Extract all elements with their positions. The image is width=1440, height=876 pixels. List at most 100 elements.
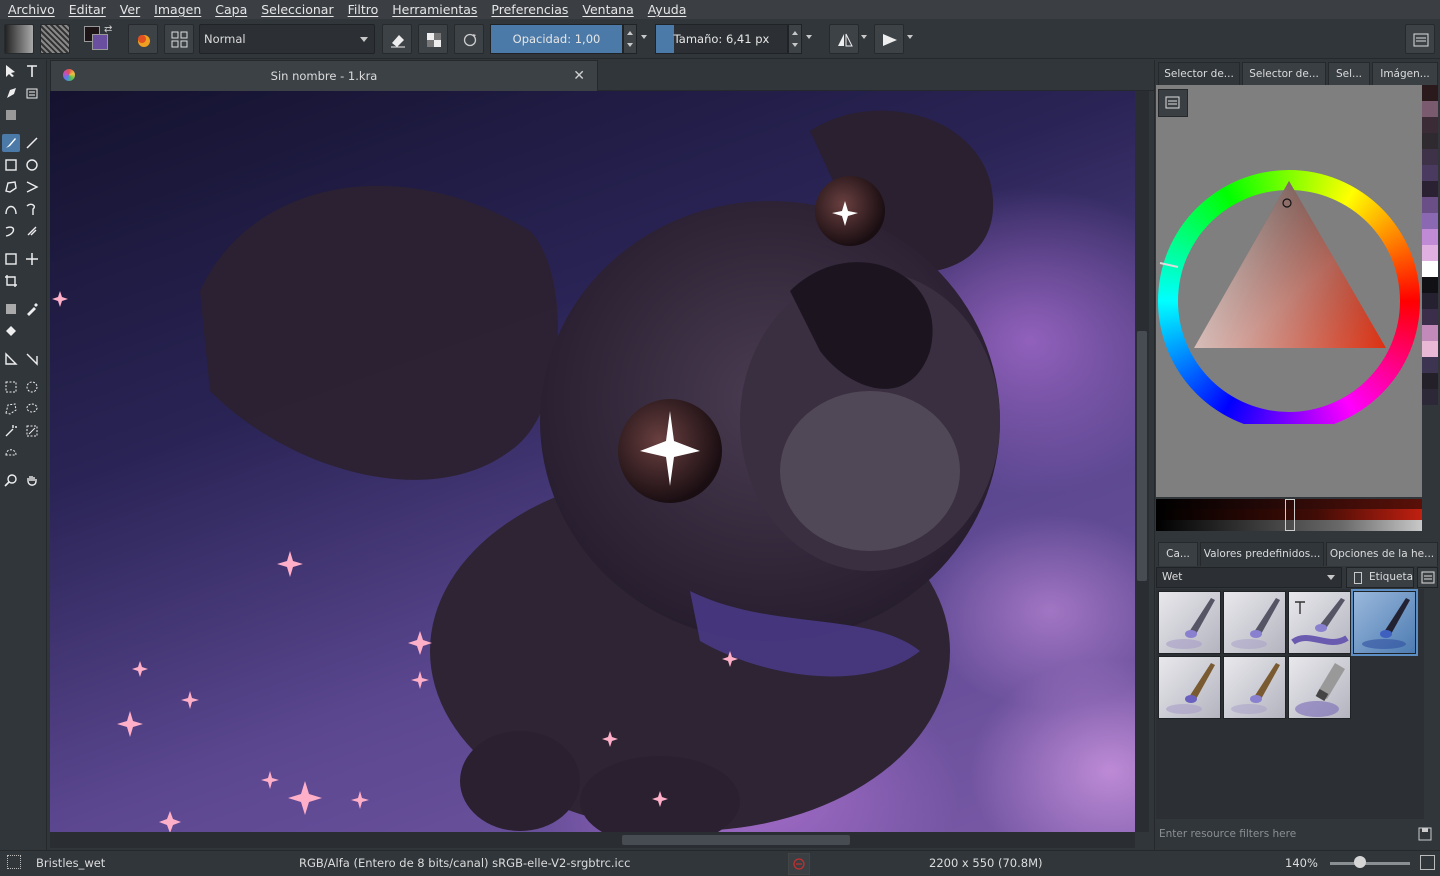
zoom-slider-handle[interactable] — [1354, 856, 1366, 868]
measure-tool[interactable] — [2, 350, 20, 368]
tab-images[interactable]: Imágen... — [1372, 62, 1438, 86]
fit-to-view-icon[interactable] — [1420, 855, 1435, 870]
size-spinner[interactable] — [788, 24, 802, 54]
menu-item-archivo[interactable]: Archivo — [0, 0, 62, 19]
palette-swatch[interactable] — [1422, 373, 1438, 389]
palette-swatch[interactable] — [1422, 197, 1438, 213]
rectangular-selection-tool[interactable] — [2, 378, 20, 396]
horizontal-scroll-thumb[interactable] — [622, 835, 850, 845]
brush-editor-button[interactable] — [164, 24, 194, 54]
palette-swatch[interactable] — [1422, 213, 1438, 229]
pan-tool[interactable] — [23, 472, 41, 490]
preserve-alpha-button[interactable] — [418, 24, 448, 54]
color-selector[interactable] — [1156, 85, 1422, 497]
bezier-tool[interactable] — [2, 200, 20, 218]
brush-preset-item[interactable] — [1223, 656, 1286, 719]
polygon-tool[interactable] — [2, 178, 20, 196]
palette-swatch[interactable] — [1422, 341, 1438, 357]
gradient-selector-button[interactable] — [4, 24, 34, 54]
isolation-mode-button[interactable] — [788, 853, 810, 875]
select-shapes-tool[interactable] — [2, 62, 20, 80]
mirror-vertical-dropdown-icon[interactable] — [907, 35, 913, 39]
freehand-brush-tool[interactable] — [2, 134, 20, 152]
opacity-slider[interactable]: Opacidad: 1,00 — [490, 24, 623, 54]
color-wheel[interactable] — [1156, 85, 1422, 497]
vertical-scrollbar[interactable] — [1135, 91, 1149, 832]
palette-swatch[interactable] — [1422, 229, 1438, 245]
size-slider[interactable]: Tamaño: 6,41 px — [655, 24, 788, 54]
move-tool[interactable] — [23, 250, 41, 268]
mirror-horizontal-dropdown-icon[interactable] — [861, 35, 867, 39]
brush-preset-item-selected[interactable] — [1351, 589, 1418, 656]
menu-item-seleccionar[interactable]: Seleccionar — [254, 0, 340, 19]
eraser-mode-button[interactable] — [382, 24, 412, 54]
color-history-palette[interactable] — [1422, 85, 1438, 405]
palette-swatch[interactable] — [1422, 277, 1438, 293]
menu-item-ayuda[interactable]: Ayuda — [641, 0, 694, 19]
mirror-horizontal-button[interactable] — [829, 24, 859, 54]
palette-swatch[interactable] — [1422, 293, 1438, 309]
close-icon[interactable]: ✕ — [573, 68, 585, 84]
size-dropdown-icon[interactable] — [806, 35, 812, 39]
ellipse-tool[interactable] — [23, 156, 41, 174]
canvas[interactable] — [50, 91, 1135, 832]
tab-selector[interactable]: Sel... — [1328, 62, 1370, 86]
opacity-dropdown-icon[interactable] — [641, 35, 647, 39]
fg-bg-color-button[interactable]: ⇄ — [82, 24, 112, 54]
palette-swatch[interactable] — [1422, 181, 1438, 197]
text-tool[interactable] — [23, 62, 41, 80]
palette-swatch[interactable] — [1422, 165, 1438, 181]
menu-item-capa[interactable]: Capa — [208, 0, 254, 19]
pattern-selector-button[interactable] — [40, 24, 70, 54]
menu-item-imagen[interactable]: Imagen — [147, 0, 208, 19]
bezier-selection-tool[interactable] — [2, 444, 20, 462]
reload-preset-button[interactable] — [454, 24, 484, 54]
palette-swatch[interactable] — [1422, 325, 1438, 341]
palette-swatch[interactable] — [1422, 389, 1438, 405]
brush-preset-item[interactable] — [1288, 656, 1351, 719]
blend-mode-select[interactable]: Normal — [199, 24, 375, 54]
zoom-slider[interactable] — [1330, 862, 1410, 865]
crop-tool[interactable] — [2, 272, 20, 290]
opacity-spinner[interactable] — [623, 24, 637, 54]
fill-tool[interactable] — [2, 322, 20, 340]
freehand-selection-tool[interactable] — [23, 400, 41, 418]
preset-tag-select[interactable]: Wet — [1156, 567, 1342, 588]
rectangle-tool[interactable] — [2, 156, 20, 174]
polygonal-selection-tool[interactable] — [2, 400, 20, 418]
freehand-path-tool[interactable] — [23, 200, 41, 218]
calligraphy-tool[interactable] — [23, 84, 41, 102]
gradient-tool[interactable] — [2, 300, 20, 318]
multibrush-tool[interactable] — [23, 222, 41, 240]
swap-colors-icon[interactable]: ⇄ — [104, 24, 112, 35]
tab-brush-presets-ca[interactable]: Ca... — [1158, 542, 1198, 566]
workspace-chooser-button[interactable] — [1405, 24, 1435, 54]
menu-item-editar[interactable]: Editar — [62, 0, 113, 19]
tab-advanced-color-selector[interactable]: Selector de... — [1158, 62, 1240, 86]
edit-shapes-tool[interactable] — [2, 84, 20, 102]
palette-swatch[interactable] — [1422, 133, 1438, 149]
transform-tool[interactable] — [2, 250, 20, 268]
tab-brush-presets[interactable]: Valores predefinidos... — [1200, 542, 1324, 566]
view-mode-button[interactable] — [1417, 567, 1438, 588]
color-selector-settings-button[interactable] — [1158, 89, 1188, 117]
similar-selection-tool[interactable] — [23, 422, 41, 440]
zoom-tool[interactable] — [2, 472, 20, 490]
brush-preset-item[interactable] — [1223, 591, 1286, 654]
elliptical-selection-tool[interactable] — [23, 378, 41, 396]
save-icon[interactable] — [1414, 824, 1436, 845]
contiguous-selection-tool[interactable] — [2, 422, 20, 440]
palette-swatch[interactable] — [1422, 245, 1438, 261]
tag-button[interactable]: Etiqueta — [1346, 567, 1414, 588]
palette-swatch[interactable] — [1422, 357, 1438, 373]
brush-preset-item[interactable] — [1158, 656, 1221, 719]
palette-swatch[interactable] — [1422, 85, 1438, 101]
menu-item-ver[interactable]: Ver — [113, 0, 147, 19]
dynamic-brush-tool[interactable] — [2, 222, 20, 240]
mirror-vertical-button[interactable] — [874, 24, 904, 54]
color-sampler-tool[interactable] — [23, 300, 41, 318]
brush-preset-button[interactable] — [128, 24, 158, 54]
palette-swatch[interactable] — [1422, 261, 1438, 277]
line-tool[interactable] — [23, 134, 41, 152]
polyline-tool[interactable] — [23, 178, 41, 196]
